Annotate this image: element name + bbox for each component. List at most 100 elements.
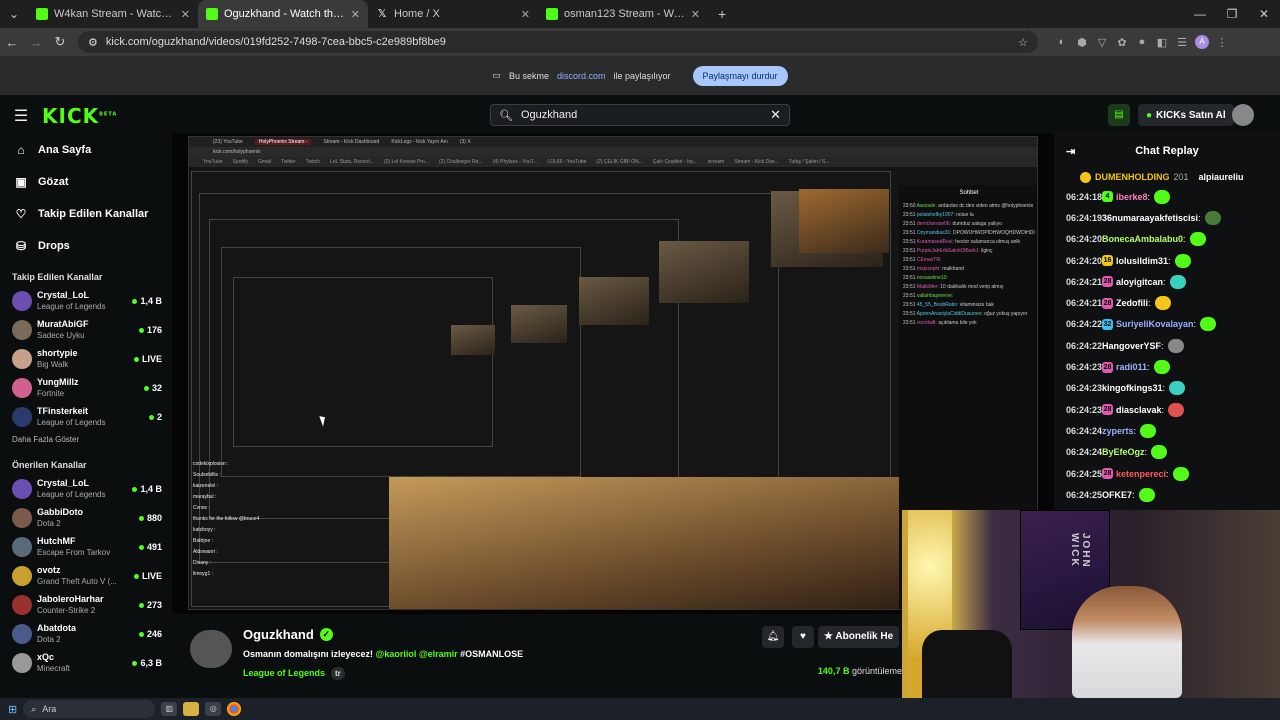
chat-username[interactable]: ByEfeOgz bbox=[1102, 447, 1145, 457]
search-input[interactable]: 🔍︎ Oguzkhand ✕ bbox=[490, 104, 790, 126]
top-gifter-name[interactable]: DUMENHOLDING bbox=[1095, 172, 1170, 182]
chat-header: ⇥ Chat Replay bbox=[1054, 134, 1280, 168]
browser-tab[interactable]: osman123 Stream - Watch Live ✕ bbox=[538, 0, 708, 28]
nav-item-takip-edilen-kanallar[interactable]: ♡ Takip Edilen Kanallar bbox=[0, 198, 170, 230]
nav-item-drops[interactable]: ⛁ Drops bbox=[0, 230, 170, 262]
nav-item-gözat[interactable]: ▣ Gözat bbox=[0, 166, 170, 198]
chat-username[interactable]: zyperts bbox=[1102, 426, 1134, 436]
inner-chat-time: 23:50 bbox=[903, 203, 916, 209]
taskbar-search[interactable]: ⌕ Ara bbox=[23, 700, 156, 718]
subscriber-badge: 28 bbox=[1102, 361, 1113, 373]
address-bar[interactable]: ⚙ kick.com/oguzkhand/videos/019fd252-749… bbox=[78, 31, 1038, 53]
hamburger-menu-icon[interactable]: ☰ bbox=[0, 106, 42, 126]
media-icon[interactable]: ☰ bbox=[1172, 36, 1192, 49]
inner-chat-user: AponnAnasiylaCiddiDusunen: bbox=[916, 311, 983, 317]
tab-search-icon[interactable]: ⌄ bbox=[0, 7, 28, 21]
channel-info: Abatdota Dota 2 bbox=[37, 623, 134, 645]
close-tab-icon[interactable]: ✕ bbox=[691, 8, 700, 21]
nav-item-ana-sayfa[interactable]: ⌂ Ana Sayfa bbox=[0, 134, 170, 166]
app-icon[interactable]: ◎ bbox=[205, 702, 222, 716]
channel-item[interactable]: Abatdota Dota 2 246 bbox=[0, 619, 170, 648]
follow-heart-icon[interactable]: ♥ bbox=[792, 626, 814, 648]
browser-tab[interactable]: Oguzkhand - Watch the VOD ✕ bbox=[198, 0, 368, 28]
collapse-chat-icon[interactable]: ⇥ bbox=[1066, 145, 1075, 158]
channel-item[interactable]: YungMillz Fortnite 32 bbox=[0, 373, 170, 402]
clear-search-icon[interactable]: ✕ bbox=[770, 107, 781, 123]
close-tab-icon[interactable]: ✕ bbox=[521, 8, 530, 21]
kick-header: ☰ KICKBETA 🔍︎ Oguzkhand ✕ ▤ ● KICKs Satı… bbox=[0, 98, 1280, 134]
language-tag[interactable]: tr bbox=[331, 667, 345, 680]
chat-colon: : bbox=[1148, 298, 1151, 309]
channel-item[interactable]: MuratAbiGF Sadece Uyku 176 bbox=[0, 315, 170, 344]
chat-username[interactable]: Zedofili bbox=[1116, 298, 1148, 308]
folder-icon[interactable] bbox=[183, 702, 200, 716]
browser-tab[interactable]: 𝕏 Home / X ✕ bbox=[368, 0, 538, 28]
channel-item[interactable]: TFinsterkeit League of Legends 2 bbox=[0, 402, 170, 431]
live-dot-icon bbox=[138, 544, 144, 550]
chat-username[interactable]: BonecaAmbalabu0 bbox=[1102, 234, 1183, 244]
close-tab-icon[interactable]: ✕ bbox=[351, 8, 360, 21]
streamer-avatar[interactable] bbox=[190, 630, 232, 668]
close-window-icon[interactable]: ✕ bbox=[1248, 0, 1280, 28]
user-avatar[interactable] bbox=[1232, 104, 1254, 126]
buy-kicks-button[interactable]: ● KICKs Satın Al bbox=[1138, 104, 1234, 126]
kick-logo[interactable]: KICKBETA bbox=[42, 104, 117, 128]
channel-item[interactable]: GabbiDoto Dota 2 880 bbox=[0, 503, 170, 532]
channel-item[interactable]: ovotz Grand Theft Auto V (... LIVE bbox=[0, 561, 170, 590]
chat-username[interactable]: OFKE7 bbox=[1102, 490, 1132, 500]
chat-username[interactable]: HangoverYSF bbox=[1102, 341, 1161, 351]
channel-item[interactable]: shortypie Big Walk LIVE bbox=[0, 344, 170, 373]
shield-icon[interactable]: ⬢ bbox=[1072, 36, 1092, 49]
streamer-name[interactable]: Oguzkhand bbox=[243, 627, 314, 642]
back-icon[interactable]: ← bbox=[0, 35, 24, 50]
bookmark-star-icon[interactable]: ☆ bbox=[1018, 36, 1028, 49]
show-more-link[interactable]: Daha Fazla Göster bbox=[0, 431, 170, 450]
task-view-icon[interactable]: ▥ bbox=[161, 702, 178, 716]
reload-icon[interactable]: ↻ bbox=[48, 34, 72, 50]
chat-username[interactable]: SuriyeliKovalayan bbox=[1116, 319, 1194, 329]
minimize-icon[interactable]: — bbox=[1184, 0, 1216, 28]
channel-item[interactable]: Crystal_LoL League of Legends 1,4 B bbox=[0, 474, 170, 503]
chat-username[interactable]: diasclavak bbox=[1116, 405, 1162, 415]
subscribe-button[interactable]: ★ Abonelik He bbox=[818, 626, 900, 648]
crown-icon bbox=[1080, 171, 1091, 183]
second-gifter-name[interactable]: alpiaureliu bbox=[1199, 172, 1244, 182]
chat-username[interactable]: 36numaraayakfetiscisi bbox=[1102, 213, 1198, 223]
close-tab-icon[interactable]: ✕ bbox=[181, 8, 190, 21]
chat-username[interactable]: lolusildim31 bbox=[1116, 256, 1168, 266]
windows-start-icon[interactable]: ⊞ bbox=[8, 703, 17, 716]
extension-icon[interactable]: ● bbox=[1132, 36, 1152, 48]
stop-sharing-button[interactable]: Paylaşmayı durdur bbox=[692, 65, 788, 86]
inner-chat-text: hector salamanca olmuş anlk bbox=[955, 239, 1021, 245]
stream-category[interactable]: League of Legends bbox=[243, 668, 325, 678]
menu-icon[interactable]: ⋮ bbox=[1212, 36, 1232, 49]
channel-item[interactable]: JaboleroHarhar Counter-Strike 2 273 bbox=[0, 590, 170, 619]
profile-icon[interactable]: A bbox=[1195, 35, 1209, 49]
chat-message: 06:24:23 28 diasclavak: bbox=[1054, 399, 1280, 420]
forward-icon[interactable]: → bbox=[24, 35, 48, 50]
chat-username[interactable]: radi011 bbox=[1116, 362, 1147, 372]
stream-title-mentions[interactable]: @kaoriiol @elramir bbox=[376, 649, 458, 659]
channel-item[interactable]: xQc Minecraft 6,3 B bbox=[0, 648, 170, 677]
site-info-icon[interactable]: ⚙ bbox=[88, 36, 98, 49]
inner-chat-text: vitaminsize bak bbox=[959, 302, 994, 308]
message-timestamp: 06:24:20 bbox=[1066, 255, 1103, 266]
puzzle-icon[interactable]: ◧ bbox=[1152, 36, 1172, 49]
chat-username[interactable]: iberke8 bbox=[1116, 192, 1148, 202]
browser-tab[interactable]: W4kan Stream - Watch Live on K ✕ bbox=[28, 0, 198, 28]
message-timestamp: 06:24:25 bbox=[1066, 489, 1103, 500]
restore-icon[interactable]: ❐ bbox=[1216, 0, 1248, 28]
new-tab-button[interactable]: + bbox=[708, 6, 736, 22]
channel-item[interactable]: Crystal_LoL League of Legends 1,4 B bbox=[0, 286, 170, 315]
chat-username[interactable]: aloyigitcan bbox=[1116, 277, 1163, 287]
channel-viewers: 6,3 B bbox=[132, 658, 162, 668]
chat-username[interactable]: ketenpereci bbox=[1116, 469, 1166, 479]
extension-icon[interactable]: ▽ bbox=[1092, 36, 1112, 49]
extension-icon[interactable]: ◐ bbox=[1052, 36, 1072, 48]
extension-icon[interactable]: ✿ bbox=[1112, 36, 1132, 49]
notification-bell-icon[interactable]: 🔔︎ bbox=[762, 626, 784, 648]
chat-username[interactable]: kingofkings31 bbox=[1102, 383, 1163, 393]
rewards-icon[interactable]: ▤ bbox=[1108, 104, 1130, 126]
chrome-icon[interactable] bbox=[227, 702, 242, 716]
channel-item[interactable]: HutchMF Escape From Tarkov 491 bbox=[0, 532, 170, 561]
